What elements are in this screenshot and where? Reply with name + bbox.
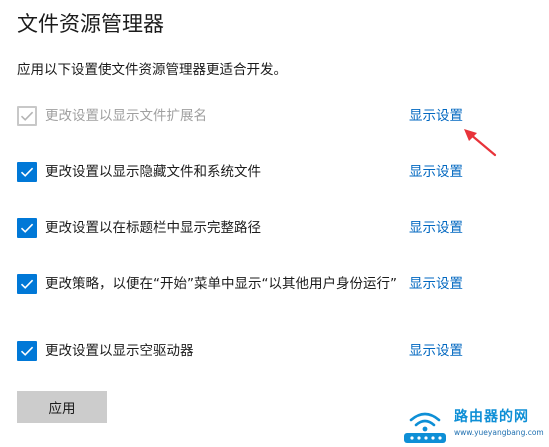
checkmark-icon <box>20 279 34 289</box>
red-arrow-icon <box>464 129 497 157</box>
site-watermark: 路由器的网 www.yueyangbang.com <box>398 404 546 444</box>
hidden-files-label: 更改设置以显示隐藏文件和系统文件 <box>45 164 261 180</box>
apply-button[interactable]: 应用 <box>17 391 107 423</box>
file-explorer-settings-page: 文件资源管理器 应用以下设置使文件资源管理器更适合开发。 更改设置以显示文件扩展… <box>0 0 549 447</box>
full-path-label: 更改设置以在标题栏中显示完整路径 <box>45 220 261 236</box>
checkmark-icon <box>20 111 34 121</box>
page-title: 文件资源管理器 <box>17 12 164 36</box>
empty-drives-label: 更改设置以显示空驱动器 <box>45 343 194 359</box>
checkmark-icon <box>20 223 34 233</box>
full-path-show-settings-link[interactable]: 显示设置 <box>409 219 463 237</box>
run-as-other-user-label: 更改策略，以便在“开始”菜单中显示“以其他用户身份运行” <box>45 276 397 292</box>
file-extensions-label: 更改设置以显示文件扩展名 <box>45 108 207 124</box>
empty-drives-show-settings-link[interactable]: 显示设置 <box>409 342 463 360</box>
watermark-url: www.yueyangbang.com <box>454 428 544 437</box>
page-description: 应用以下设置使文件资源管理器更适合开发。 <box>17 62 287 78</box>
full-path-checkbox[interactable] <box>17 218 37 238</box>
wifi-router-icon <box>404 412 446 443</box>
checkmark-icon <box>20 346 34 356</box>
run-as-other-user-checkbox[interactable] <box>17 274 37 294</box>
run-as-other-user-show-settings-link[interactable]: 显示设置 <box>409 275 463 293</box>
empty-drives-checkbox[interactable] <box>17 341 37 361</box>
hidden-files-show-settings-link[interactable]: 显示设置 <box>409 163 463 181</box>
file-extensions-show-settings-link[interactable]: 显示设置 <box>409 107 463 125</box>
checkmark-icon <box>20 167 34 177</box>
file-extensions-checkbox[interactable] <box>17 106 37 126</box>
watermark-name: 路由器的网 <box>454 409 529 425</box>
hidden-files-checkbox[interactable] <box>17 162 37 182</box>
